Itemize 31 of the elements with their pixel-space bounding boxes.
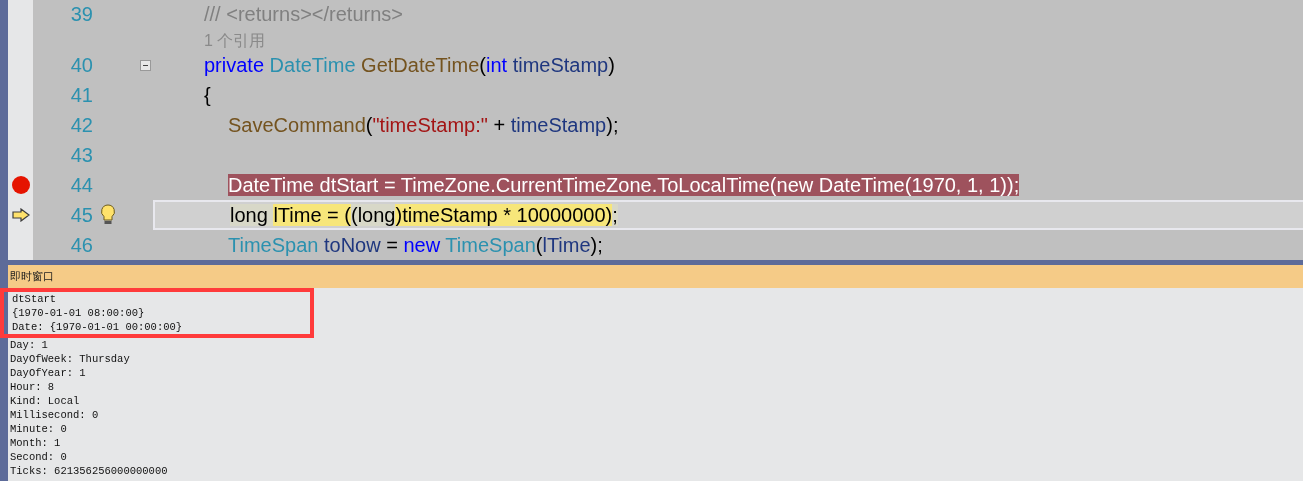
line-number: 43	[70, 144, 93, 166]
collapse-icon[interactable]	[140, 59, 151, 71]
line-number: 44	[70, 174, 93, 196]
output-line: Minute: 0	[9, 422, 68, 436]
output-line: Date: {1970-01-01 00:00:00}	[11, 320, 184, 334]
line-number: 39	[70, 3, 93, 25]
output-line: Millisecond: 0	[9, 408, 100, 422]
output-line: DayOfYear: 1	[9, 366, 87, 380]
code-line: private DateTime GetDateTime(int timeStamp)	[204, 54, 615, 76]
line-number: 40	[70, 54, 93, 76]
output-line: Ticks: 621356256000000000	[9, 464, 169, 478]
code-line: /// <returns></returns>	[204, 3, 403, 25]
output-line: dtStart	[11, 292, 58, 306]
panel-title: 即时窗口	[10, 270, 54, 283]
lightbulb-icon[interactable]	[100, 204, 116, 226]
breakpoint-icon[interactable]	[10, 175, 31, 195]
code-line: long lTime = ((long)timeStamp * 10000000);	[230, 204, 618, 226]
output-line: {1970-01-01 08:00:00}	[11, 306, 146, 320]
line-number: 42	[70, 114, 93, 136]
code-line: SaveCommand("timeStamp:" + timeStamp);	[228, 114, 619, 136]
output-line: Hour: 8	[9, 380, 56, 394]
code-line: {	[204, 84, 211, 106]
output-line: Day: 1	[9, 338, 49, 352]
output-line: DayOfWeek: Thursday	[9, 352, 131, 366]
code-line: TimeSpan toNow = new TimeSpan(lTime);	[228, 234, 603, 256]
line-number: 45	[70, 204, 93, 226]
output-line: Second: 0	[9, 450, 68, 464]
output-line: Kind: Local	[9, 394, 81, 408]
line-number: 46	[70, 234, 93, 256]
line-number: 41	[70, 84, 93, 106]
output-line: Month: 1	[9, 436, 62, 450]
